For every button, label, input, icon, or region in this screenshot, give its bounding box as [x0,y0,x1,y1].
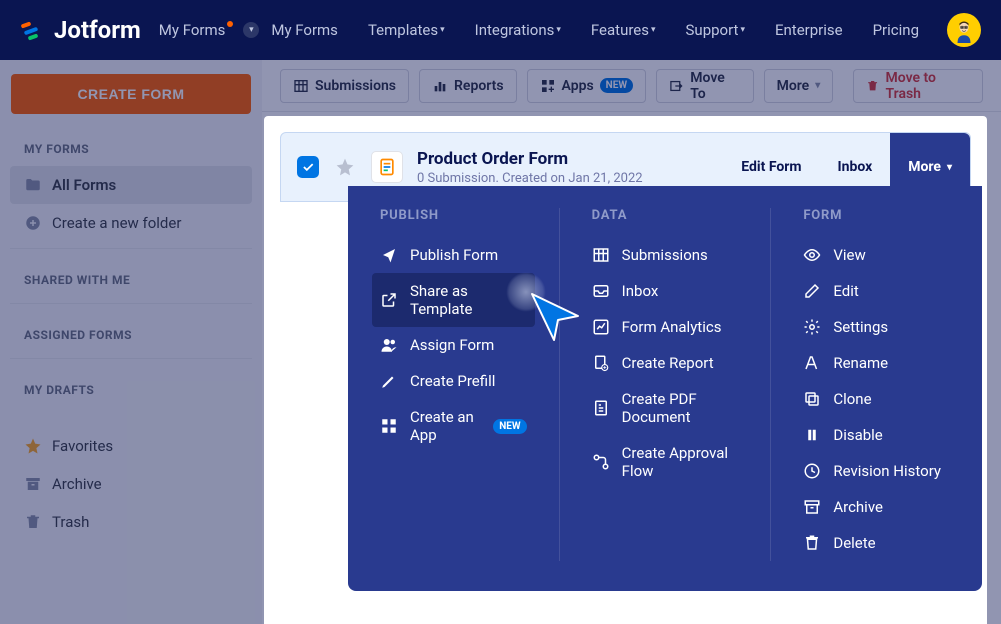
flow-icon [592,453,610,471]
menu-item-clone[interactable]: Clone [795,381,958,417]
nav-link-features[interactable]: Features▾ [591,21,656,39]
share-icon [380,246,398,264]
history-icon [803,462,821,480]
edit-icon [803,282,821,300]
logo-icon [20,18,44,42]
menu-col-form: FORM View Edit Settings Rename Clone Dis… [771,208,982,561]
menu-item-edit[interactable]: Edit [795,273,958,309]
pause-icon [803,426,821,444]
nav-link-pricing[interactable]: Pricing [873,21,919,39]
menu-item-create-app[interactable]: Create an App NEW [372,399,535,453]
menu-item-submissions[interactable]: Submissions [584,237,747,273]
form-icon [371,151,403,183]
chevron-down-icon: ▾ [651,25,656,35]
menu-item-archive[interactable]: Archive [795,489,958,525]
analytics-icon [592,318,610,336]
notification-dot-icon [227,21,233,27]
chevron-down-icon: ▾ [556,25,561,35]
menu-heading-form: FORM [795,208,958,223]
menu-item-revision[interactable]: Revision History [795,453,958,489]
form-title-block: Product Order Form 0 Submission. Created… [417,149,643,186]
inbox-button[interactable]: Inbox [820,159,891,175]
external-icon [380,291,398,309]
menu-item-approval-flow[interactable]: Create Approval Flow [584,435,747,489]
star-icon[interactable] [335,157,355,177]
inbox-icon [592,282,610,300]
menu-item-view[interactable]: View [795,237,958,273]
menu-heading-data: DATA [584,208,747,223]
logo[interactable]: Jotform [20,16,141,44]
menu-item-create-pdf[interactable]: Create PDF Document [584,381,747,435]
menu-item-disable[interactable]: Disable [795,417,958,453]
menu-item-assign-form[interactable]: Assign Form [372,327,535,363]
nav-link-templates[interactable]: Templates▾ [368,21,445,39]
myforms-dropdown[interactable]: My Forms ▾ [159,21,260,39]
menu-col-data: DATA Submissions Inbox Form Analytics Cr… [560,208,772,561]
edit-form-button[interactable]: Edit Form [723,159,819,175]
form-subtitle: 0 Submission. Created on Jan 21, 2022 [417,171,643,186]
menu-item-rename[interactable]: Rename [795,345,958,381]
clone-icon [803,390,821,408]
chevron-down-icon: ▾ [243,22,259,38]
checkbox-checked[interactable] [297,156,319,178]
menu-item-create-report[interactable]: Create Report [584,345,747,381]
nav-link-myforms[interactable]: My Forms [271,21,338,39]
new-badge: NEW [493,419,526,434]
menu-item-delete[interactable]: Delete [795,525,958,561]
menu-item-publish-form[interactable]: Publish Form [372,237,535,273]
rename-icon [803,354,821,372]
nav-link-integrations[interactable]: Integrations▾ [475,21,561,39]
gear-icon [803,318,821,336]
chevron-down-icon: ▾ [947,162,952,173]
nav-link-enterprise[interactable]: Enterprise [775,21,843,39]
trash-icon [803,534,821,552]
form-title: Product Order Form [417,149,643,169]
menu-heading-publish: PUBLISH [372,208,535,223]
report-icon [592,354,610,372]
menu-item-settings[interactable]: Settings [795,309,958,345]
chevron-down-icon: ▾ [740,25,745,35]
chevron-down-icon: ▾ [440,25,445,35]
myforms-dd-label: My Forms [159,21,226,39]
check-icon [301,160,315,174]
nav-link-support[interactable]: Support▾ [686,21,745,39]
users-icon [380,336,398,354]
menu-col-publish: PUBLISH Publish Form Share as Template A… [348,208,560,561]
pdf-icon [592,399,610,417]
menu-item-inbox[interactable]: Inbox [584,273,747,309]
logo-text: Jotform [54,16,141,44]
more-menu: PUBLISH Publish Form Share as Template A… [348,186,982,591]
apps-icon [380,417,398,435]
pencil-icon [380,372,398,390]
eye-icon [803,246,821,264]
menu-item-create-prefill[interactable]: Create Prefill [372,363,535,399]
table-icon [592,246,610,264]
top-nav: Jotform My Forms ▾ My Forms Templates▾ I… [0,0,1001,60]
avatar[interactable] [947,13,981,47]
archive-icon [803,498,821,516]
nav-links: My Forms Templates▾ Integrations▾ Featur… [271,21,919,39]
avatar-icon [951,17,977,43]
menu-item-share-template[interactable]: Share as Template [372,273,535,327]
menu-item-analytics[interactable]: Form Analytics [584,309,747,345]
